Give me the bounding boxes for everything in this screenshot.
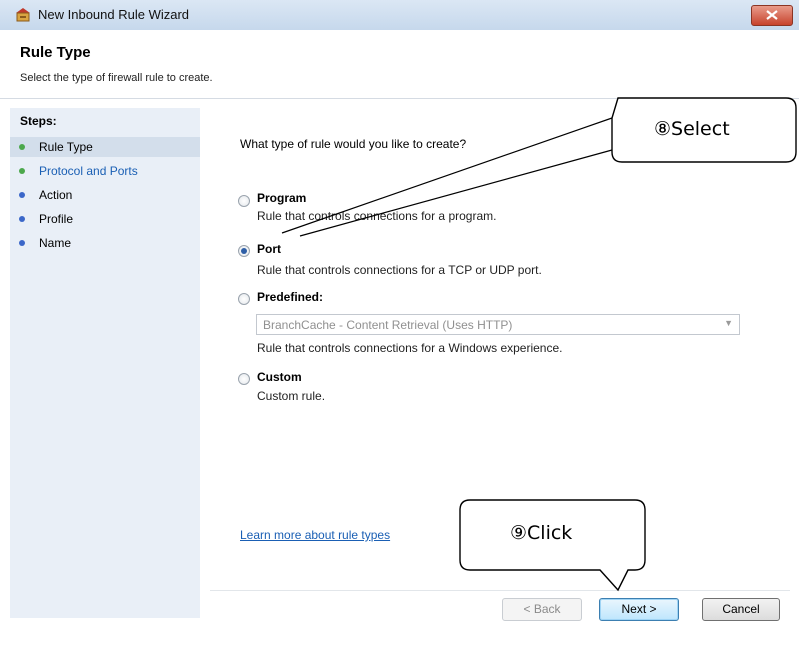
- callout-pointer-line: [281, 117, 613, 234]
- callout-pointer-line: [299, 149, 613, 237]
- click-callout-text: ⑨Click: [510, 522, 573, 544]
- annotation-overlay: [281, 97, 797, 592]
- select-callout-text: ⑧Select: [654, 118, 730, 140]
- click-callout-bubble: [459, 499, 646, 592]
